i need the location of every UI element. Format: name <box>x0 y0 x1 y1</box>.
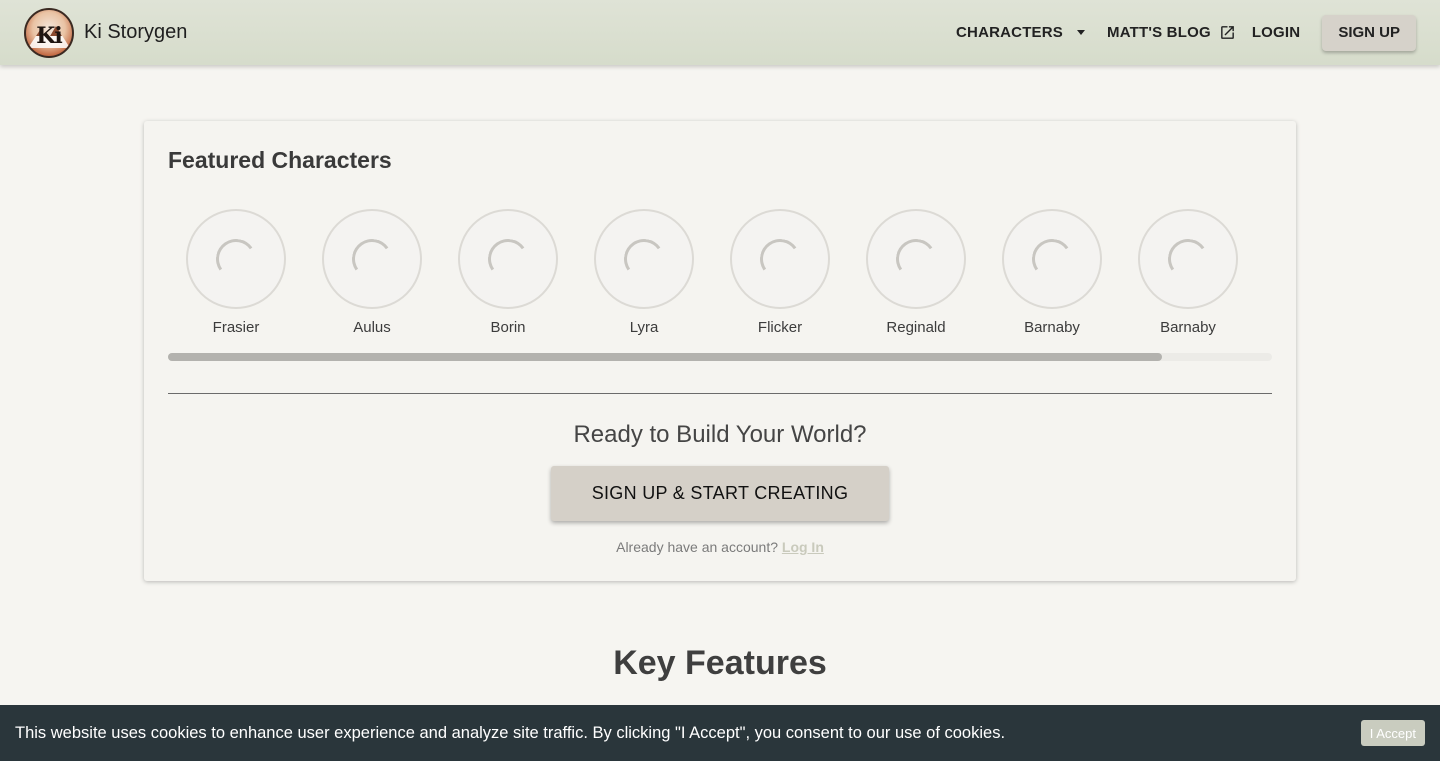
character-name: Frasier <box>212 319 260 336</box>
cookie-banner: This website uses cookies to enhance use… <box>0 705 1440 761</box>
character-avatar[interactable] <box>1002 209 1102 309</box>
logo-text: Ki <box>36 22 63 49</box>
character-avatar[interactable] <box>594 209 694 309</box>
featured-characters-card: Featured Characters Frasier Aulus Borin … <box>144 121 1296 581</box>
character-avatar[interactable] <box>866 209 966 309</box>
loading-spinner-icon <box>1029 236 1075 282</box>
character-name: Flicker <box>757 319 803 336</box>
character-item[interactable]: Reginald <box>848 209 984 339</box>
divider <box>168 393 1272 394</box>
nav-characters[interactable]: CHARACTERS <box>956 24 1085 41</box>
nav-login[interactable]: LOGIN <box>1252 24 1301 41</box>
character-item[interactable]: Frasier <box>168 209 304 339</box>
loading-spinner-icon <box>213 236 259 282</box>
character-item[interactable]: Aulus <box>304 209 440 339</box>
nav-blog-link[interactable]: MATT'S BLOG <box>1107 24 1236 41</box>
login-prompt: Already have an account? Log In <box>144 539 1296 555</box>
character-avatar[interactable] <box>458 209 558 309</box>
main-nav: CHARACTERS MATT'S BLOG LOGIN SIGN UP <box>956 0 1416 65</box>
character-avatar[interactable] <box>186 209 286 309</box>
nav-characters-label: CHARACTERS <box>956 24 1063 41</box>
character-item[interactable]: Barnaby <box>984 209 1120 339</box>
character-item[interactable]: Barnaby <box>1120 209 1256 339</box>
cookie-message: This website uses cookies to enhance use… <box>15 723 1006 742</box>
caret-down-icon <box>1077 30 1085 35</box>
login-prompt-text: Already have an account? <box>616 539 778 555</box>
character-avatar[interactable] <box>1138 209 1238 309</box>
login-link[interactable]: Log In <box>782 539 824 555</box>
loading-spinner-icon <box>1165 236 1211 282</box>
brand-name[interactable]: Ki Storygen <box>84 21 187 44</box>
app-header: Ki Ki Storygen CHARACTERS MATT'S BLOG LO… <box>0 0 1440 65</box>
character-name: Borin <box>490 319 526 336</box>
character-name: Reginald <box>886 319 946 336</box>
featured-characters-title: Featured Characters <box>168 147 392 173</box>
character-name: Aulus <box>353 319 391 336</box>
cookie-accept-button[interactable]: I Accept <box>1360 720 1425 746</box>
character-name: Barnaby <box>1024 319 1080 336</box>
character-name: Barnaby <box>1160 319 1216 336</box>
character-item[interactable]: Lyra <box>576 209 712 339</box>
carousel-scrollbar-thumb[interactable] <box>168 353 1162 361</box>
nav-login-label: LOGIN <box>1251 24 1301 41</box>
loading-spinner-icon <box>621 236 667 282</box>
loading-spinner-icon <box>349 236 395 282</box>
characters-carousel[interactable]: Frasier Aulus Borin Lyra Flicker Reginal… <box>168 209 1272 339</box>
character-avatar[interactable] <box>322 209 422 309</box>
character-name: Lyra <box>629 319 659 336</box>
carousel-scrollbar[interactable] <box>168 353 1272 361</box>
character-item[interactable]: Borin <box>440 209 576 339</box>
character-avatar[interactable] <box>730 209 830 309</box>
key-features-title: Key Features <box>613 644 827 682</box>
nav-blog-label: MATT'S BLOG <box>1107 24 1211 41</box>
signup-button[interactable]: SIGN UP <box>1322 14 1416 51</box>
loading-spinner-icon <box>893 236 939 282</box>
external-link-icon <box>1220 26 1234 39</box>
loading-spinner-icon <box>757 236 803 282</box>
cta-heading: Ready to Build Your World? <box>573 421 867 448</box>
logo[interactable]: Ki <box>24 7 74 58</box>
character-item[interactable]: Flicker <box>712 209 848 339</box>
loading-spinner-icon <box>485 236 531 282</box>
signup-start-creating-button[interactable]: SIGN UP & START CREATING <box>551 466 889 521</box>
